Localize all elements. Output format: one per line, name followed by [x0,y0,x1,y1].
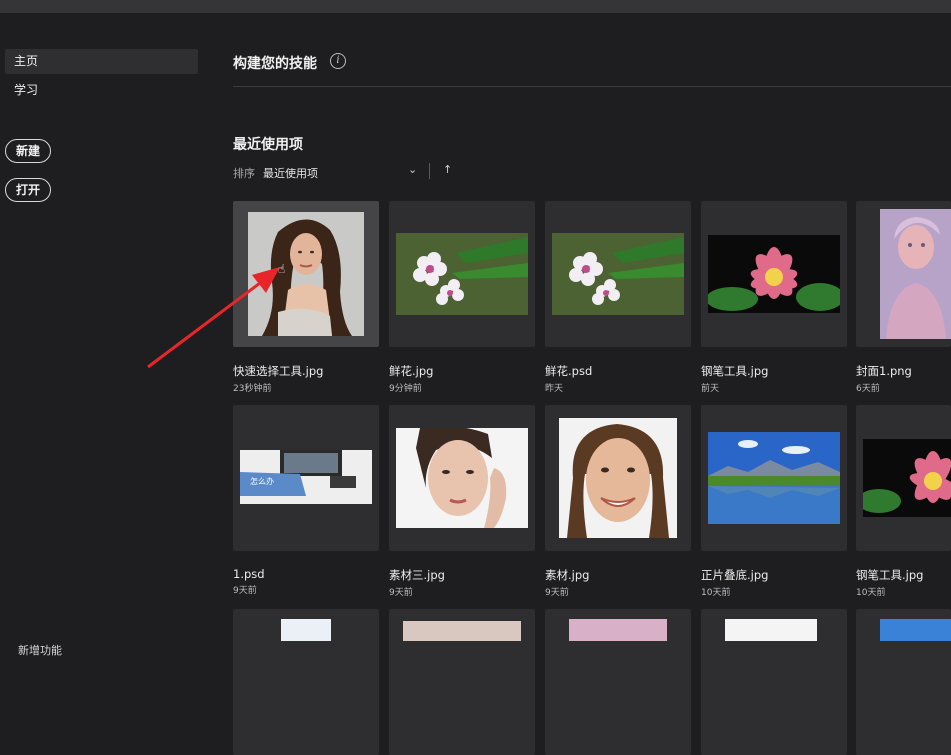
file-time: 昨天 [545,384,564,394]
file-card[interactable]: 封面1.png 6天前 [856,201,951,394]
file-card[interactable] [233,609,379,755]
sidebar-item-learn[interactable]: 学习 [5,78,198,103]
file-thumbnail[interactable]: 怎么办 [233,405,379,551]
desk-banner-image: 怎么办 [240,450,372,504]
file-thumbnail[interactable] [701,405,847,551]
file-card[interactable]: 鲜花.psd 昨天 [545,201,691,394]
file-name: 素材三.jpg [389,568,445,582]
lake-landscape-image [708,432,840,524]
top-bar [0,0,951,13]
white-flowers-image [396,233,528,315]
lotus-image [708,235,840,313]
file-card[interactable]: 钢笔工具.jpg 10天前 [856,405,951,598]
file-thumbnail[interactable] [389,201,535,347]
white-flowers-image [552,233,684,315]
file-name: 钢笔工具.jpg [701,364,769,378]
hand-cursor-icon: ☝ [278,262,286,276]
file-time: 前天 [701,384,720,394]
open-button[interactable]: 打开 [5,178,52,202]
pastel-image [569,619,667,641]
main-content: 构建您的技能 i 最近使用项 排序 最近使用项 ⌄ ↑ 快速选择工具.jpg 2… [215,13,951,755]
lotus-image [863,439,951,517]
file-time: 9天前 [389,588,413,598]
file-card[interactable]: 钢笔工具.jpg 前天 [701,201,847,394]
whats-new-link[interactable]: 新增功能 [18,642,62,658]
sort-label: 排序 [233,167,255,180]
file-card[interactable]: 怎么办 1.psd 9天前 [233,405,379,596]
divider [233,86,951,87]
chevron-down-icon[interactable]: ⌄ [408,163,417,176]
file-card[interactable]: 素材.jpg 9天前 [545,405,691,598]
file-name: 正片叠底.jpg [701,568,769,582]
file-thumbnail[interactable] [545,609,691,755]
file-card[interactable]: 正片叠底.jpg 10天前 [701,405,847,598]
file-thumbnail[interactable] [389,405,535,551]
file-thumbnail[interactable] [545,405,691,551]
file-card[interactable]: 素材三.jpg 9天前 [389,405,535,598]
file-thumbnail[interactable] [545,201,691,347]
file-thumbnail[interactable] [701,201,847,347]
sidebar-item-home[interactable]: 主页 [5,49,198,74]
file-thumbnail[interactable] [856,609,951,755]
file-name: 鲜花.jpg [389,364,434,378]
file-time: 10天前 [856,588,886,598]
file-card[interactable] [701,609,847,755]
white-image [725,619,817,641]
file-name: 1.psd [233,567,265,581]
file-time: 9天前 [545,588,569,598]
annotation-arrow-icon [147,267,280,369]
file-name: 封面1.png [856,364,912,378]
sort-ascending-icon[interactable]: ↑ [443,163,452,176]
file-thumbnail[interactable] [856,201,951,347]
skills-title: 构建您的技能 [233,56,317,72]
face-closeup-image [396,428,528,528]
thumbnail-caption: 怎么办 [250,477,274,486]
file-name: 钢笔工具.jpg [856,568,924,582]
pastel-portrait-image [880,209,951,339]
smiling-woman-image [559,418,677,538]
file-name: 素材.jpg [545,568,590,582]
file-name: 鲜花.psd [545,364,593,378]
file-time: 9分钟前 [389,384,422,394]
file-thumbnail[interactable] [856,405,951,551]
file-card[interactable] [545,609,691,755]
file-thumbnail[interactable] [389,609,535,755]
portrait-image [403,621,521,641]
file-thumbnail[interactable] [701,609,847,755]
file-time: 23秒钟前 [233,384,272,394]
file-time: 6天前 [856,384,880,394]
blue-image [880,619,951,641]
new-button[interactable]: 新建 [5,139,52,163]
file-card[interactable]: 鲜花.jpg 9分钟前 [389,201,535,394]
info-icon[interactable]: i [330,53,346,69]
sort-separator [429,163,430,179]
file-time: 9天前 [233,586,257,596]
file-card[interactable] [389,609,535,755]
file-time: 10天前 [701,588,731,598]
file-thumbnail[interactable] [233,609,379,755]
file-card[interactable] [856,609,951,755]
recent-title: 最近使用项 [233,137,303,153]
sort-select[interactable]: 最近使用项 [263,165,421,181]
document-image [281,619,331,641]
